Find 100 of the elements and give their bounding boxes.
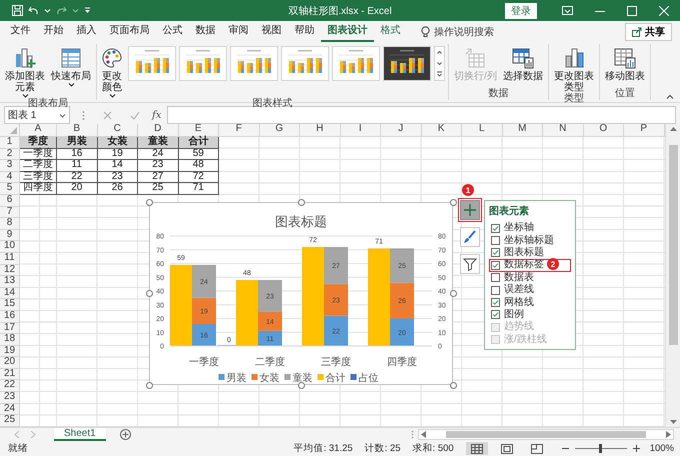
row-header[interactable]: 14 xyxy=(0,288,20,300)
row-header[interactable]: 21 xyxy=(0,368,20,380)
resize-handle[interactable] xyxy=(146,290,152,297)
row-header[interactable]: 20 xyxy=(0,357,20,369)
row-header[interactable]: 5 xyxy=(0,183,20,195)
tell-me-search[interactable]: 操作说明搜索 xyxy=(434,24,494,38)
undo-icon[interactable] xyxy=(28,5,39,16)
chart-filter-button[interactable] xyxy=(460,254,480,274)
ribbon-button[interactable]: 移动图表 xyxy=(602,46,647,82)
checkbox[interactable] xyxy=(491,236,500,246)
scroll-up-icon[interactable] xyxy=(670,126,676,131)
row-header[interactable]: 7 xyxy=(0,206,20,218)
formula-input[interactable] xyxy=(167,106,676,124)
column-header[interactable]: E xyxy=(178,124,219,137)
column-header[interactable]: J xyxy=(381,124,422,137)
ribbon-tab[interactable]: 文件 xyxy=(4,21,37,42)
row-header[interactable]: 22 xyxy=(0,380,20,392)
chart-style-thumbnail[interactable] xyxy=(128,46,176,81)
ribbon-tab[interactable]: 页面布局 xyxy=(103,21,156,42)
row-header[interactable]: 6 xyxy=(0,194,20,207)
ribbon-button[interactable]: 选择数据 xyxy=(500,46,545,82)
ribbon-tab[interactable]: 插入 xyxy=(70,21,103,42)
ribbon-tab[interactable]: 公式 xyxy=(156,21,189,42)
chart-style-thumbnail[interactable] xyxy=(281,46,329,81)
column-header[interactable]: I xyxy=(340,124,381,137)
checkbox[interactable] xyxy=(491,224,500,233)
column-header[interactable]: M xyxy=(502,124,543,137)
checkbox[interactable] xyxy=(491,248,500,258)
chart-style-thumbnail[interactable] xyxy=(383,46,431,81)
checkbox-label[interactable]: 网格线 xyxy=(504,298,534,308)
resize-handle[interactable] xyxy=(146,382,152,388)
scroll-down-icon[interactable] xyxy=(670,420,676,425)
chart-title[interactable]: 图表标题 xyxy=(275,214,327,229)
ribbon-button[interactable]: 更改颜色 xyxy=(100,46,124,98)
ribbon-button[interactable]: 添加图表元素 xyxy=(3,46,47,98)
resize-handle[interactable] xyxy=(450,198,456,206)
checkbox-label[interactable]: 数据表 xyxy=(504,272,534,283)
ribbon-tab[interactable]: 格式 xyxy=(374,21,407,42)
scroll-right-icon[interactable] xyxy=(666,431,671,438)
ribbon-tab[interactable]: 帮助 xyxy=(288,21,321,42)
checkbox[interactable] xyxy=(491,260,500,270)
ribbon-display-icon[interactable] xyxy=(562,6,573,15)
row-header[interactable]: 4 xyxy=(0,172,20,184)
checkbox-label[interactable]: 误差线 xyxy=(504,285,534,296)
scrollbar-thumb[interactable] xyxy=(668,145,678,345)
column-header[interactable]: F xyxy=(219,124,260,137)
row-header[interactable]: 8 xyxy=(0,218,20,230)
checkbox-label[interactable]: 图表标题 xyxy=(504,248,544,258)
checkbox-label[interactable]: 数据标签 xyxy=(504,260,544,270)
chart-style-thumbnail[interactable] xyxy=(179,46,227,81)
column-header[interactable]: L xyxy=(462,124,502,137)
column-header[interactable]: P xyxy=(624,124,664,137)
row-header[interactable]: 10 xyxy=(0,241,20,253)
row-header[interactable]: 25 xyxy=(0,415,20,427)
name-box[interactable]: 图表 1 xyxy=(4,106,70,124)
ribbon-button[interactable]: 快速布局 xyxy=(49,46,93,87)
column-header[interactable]: C xyxy=(98,124,138,137)
row-header[interactable]: 19 xyxy=(0,346,20,358)
checkbox-label[interactable]: 坐标轴 xyxy=(504,223,534,234)
customize-icon[interactable] xyxy=(84,7,91,14)
insert-function-button[interactable]: fx xyxy=(152,110,162,120)
row-header[interactable]: 24 xyxy=(0,404,20,416)
login-button[interactable]: 登录 xyxy=(505,2,537,18)
scrollbar-thumb[interactable] xyxy=(446,431,646,438)
checkbox[interactable] xyxy=(491,298,500,308)
maximize-icon[interactable] xyxy=(627,6,637,16)
row-header[interactable]: 13 xyxy=(0,276,20,288)
row-header[interactable]: 1 xyxy=(0,137,20,149)
row-header[interactable]: 16 xyxy=(0,310,20,322)
ribbon-tab[interactable]: 审阅 xyxy=(222,21,255,42)
row-header[interactable]: 18 xyxy=(0,334,20,346)
column-header[interactable]: O xyxy=(584,124,624,137)
share-button[interactable]: 共享 xyxy=(625,22,672,40)
row-header[interactable]: 12 xyxy=(0,264,20,276)
save-icon[interactable] xyxy=(12,5,23,16)
row-header[interactable]: 17 xyxy=(0,322,20,334)
ribbon-tab[interactable]: 视图 xyxy=(255,21,288,42)
zoom-out-icon[interactable] xyxy=(562,445,569,452)
column-header[interactable]: K xyxy=(422,124,462,137)
zoom-in-icon[interactable] xyxy=(632,445,640,452)
column-header[interactable]: H xyxy=(300,124,340,137)
collapse-ribbon-icon[interactable] xyxy=(666,94,674,99)
ribbon-tab[interactable]: 数据 xyxy=(189,21,222,42)
column-header[interactable]: N xyxy=(543,124,584,137)
column-header[interactable]: B xyxy=(57,124,98,137)
row-header[interactable]: 11 xyxy=(0,252,20,265)
resize-handle[interactable] xyxy=(146,198,152,206)
row-header[interactable]: 9 xyxy=(0,230,20,242)
chart-style-thumbnail[interactable] xyxy=(332,46,380,81)
zoom-level[interactable]: 100% xyxy=(650,443,674,454)
checkbox[interactable] xyxy=(491,286,500,295)
row-header[interactable]: 3 xyxy=(0,160,20,172)
checkbox-label[interactable]: 图例 xyxy=(504,310,524,320)
close-icon[interactable] xyxy=(659,6,669,16)
ribbon-tab[interactable]: 开始 xyxy=(37,21,70,42)
column-header[interactable]: G xyxy=(260,124,300,137)
view-button[interactable] xyxy=(466,442,488,455)
chart-styles-button[interactable] xyxy=(460,227,480,247)
column-header[interactable]: D xyxy=(138,124,178,137)
sheet-tab[interactable]: Sheet1 xyxy=(54,428,106,441)
